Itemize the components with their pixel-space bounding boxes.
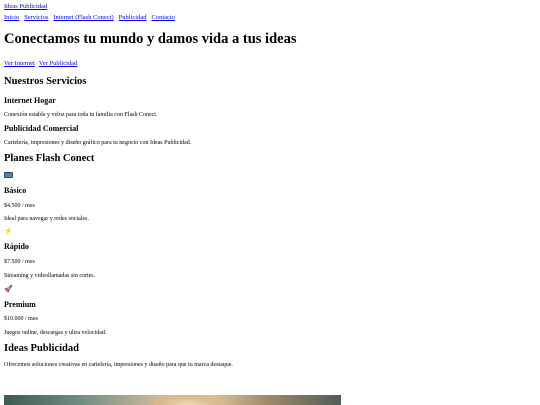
page: Ideas Publicidad Inicio Servicios Intern… <box>0 0 540 369</box>
plan-price: $4.500 / mes <box>4 203 35 209</box>
brand-link[interactable]: Ideas Publicidad <box>4 3 536 11</box>
plan-name: Básico <box>4 186 27 195</box>
nav-link-servicios[interactable]: Servicios <box>24 14 48 21</box>
nav-link-contacto[interactable]: Contacto <box>151 14 174 21</box>
publicidad-desc: Ofrecemos soluciones creativas en cartel… <box>4 362 233 368</box>
ver-internet-link[interactable]: Ver Internet <box>4 60 35 67</box>
banner-portrait <box>154 395 224 405</box>
hero-title: Conectamos tu mundo y damos vida a tus i… <box>4 31 297 47</box>
site-header: Ideas Publicidad Inicio Servicios Intern… <box>4 3 536 22</box>
laptop-icon <box>4 171 536 180</box>
plan-card-rapido: ⚡ Rápido $7.500 / mes Streaming y videol… <box>4 227 536 280</box>
services-section: Nuestros Servicios Internet Hogar Conexi… <box>4 75 536 147</box>
service-desc-publicidad: Cartelería, impresiones y diseño gráfico… <box>4 140 192 146</box>
publicidad-heading: Ideas Publicidad <box>4 343 79 354</box>
nav-link-internet[interactable]: Internet (Flash Conect) <box>53 14 113 21</box>
plan-card-basico: Básico $4.500 / mes Ideal para navegar y… <box>4 171 536 223</box>
services-heading: Nuestros Servicios <box>4 76 87 87</box>
plan-name: Premium <box>4 300 36 309</box>
main-nav: Inicio Servicios Internet (Flash Conect)… <box>4 11 536 22</box>
nav-link-publicidad[interactable]: Publicidad <box>119 14 147 21</box>
lightning-icon: ⚡ <box>4 227 13 235</box>
plan-price: $7.500 / mes <box>4 259 35 265</box>
service-title-publicidad: Publicidad Comercial <box>4 124 79 133</box>
ver-publicidad-link[interactable]: Ver Publicidad <box>39 60 77 67</box>
plan-desc: Juegos online, descargas y ultra velocid… <box>4 330 107 336</box>
service-title-internet: Internet Hogar <box>4 96 56 105</box>
publicidad-section: Ideas Publicidad Ofrecemos soluciones cr… <box>4 342 536 369</box>
plan-card-premium: 🚀 Premium $10.000 / mes Juegos online, d… <box>4 285 536 337</box>
publicidad-banner-image <box>4 395 341 405</box>
plan-name: Rápido <box>4 242 29 251</box>
plan-desc: Ideal para navegar y redes sociales. <box>4 216 89 222</box>
nav-link-inicio[interactable]: Inicio <box>4 14 19 21</box>
plan-desc: Streaming y videollamadas sin cortes. <box>4 273 96 279</box>
hero-section: Conectamos tu mundo y damos vida a tus i… <box>4 30 536 68</box>
plans-section: Planes Flash Conect Básico $4.500 / mes … <box>4 152 536 337</box>
plans-heading: Planes Flash Conect <box>4 153 95 164</box>
plan-price: $10.000 / mes <box>4 316 38 322</box>
rocket-icon: 🚀 <box>4 285 13 293</box>
hero-links: Ver Internet Ver Publicidad <box>4 57 536 68</box>
service-desc-internet: Conexión estable y veloz para toda tu fa… <box>4 112 158 118</box>
